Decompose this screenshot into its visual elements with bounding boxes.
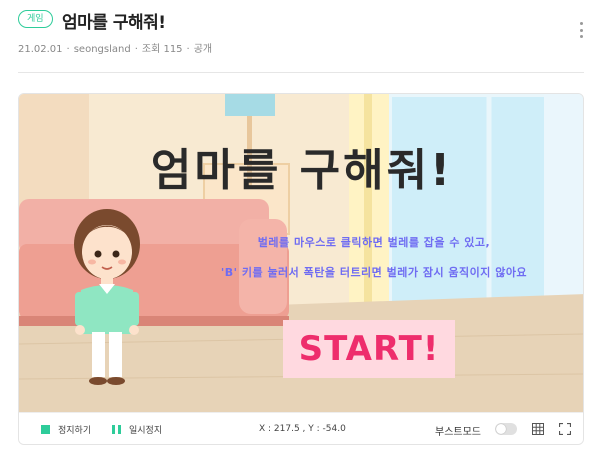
pause-button[interactable]: 일시정지 xyxy=(112,423,162,436)
meta-separator: · xyxy=(134,44,138,55)
game-stage[interactable]: 엄마를 구해줘! 벌레를 마우스로 클릭하면 벌레를 잡을 수 있고, 'B' … xyxy=(19,94,583,412)
meta-separator: · xyxy=(186,44,190,55)
header-divider xyxy=(18,72,584,73)
post-header: 게임 엄마를 구해줘! 21.02.01 · seongsland · 조회 115 · 공… xyxy=(0,0,600,70)
stop-icon xyxy=(41,425,50,434)
player-controls: 정지하기 일시정지 X : 217.5 , Y : -54.0 부스트모드 xyxy=(19,412,583,444)
post-views: 조회 115 xyxy=(141,44,183,55)
stop-button[interactable]: 정지하기 xyxy=(41,423,91,436)
post-title: 엄마를 구해줘! xyxy=(62,13,166,33)
pause-label: 일시정지 xyxy=(129,426,163,436)
start-button[interactable]: START! xyxy=(283,320,455,378)
pause-icon xyxy=(112,425,121,434)
stop-label: 정지하기 xyxy=(58,426,92,436)
boost-mode-toggle[interactable] xyxy=(495,423,517,435)
meta-separator: · xyxy=(66,44,70,55)
boost-mode-label: 부스트모드 xyxy=(435,427,481,438)
game-instruction: 벌레를 마우스로 클릭하면 벌레를 잡을 수 있고, xyxy=(257,236,491,249)
post-author[interactable]: seongsland xyxy=(74,44,131,55)
game-player: 엄마를 구해줘! 벌레를 마우스로 클릭하면 벌레를 잡을 수 있고, 'B' … xyxy=(18,93,584,445)
category-badge[interactable]: 게임 xyxy=(18,10,53,28)
more-vertical-icon[interactable] xyxy=(577,22,585,38)
mouse-coordinates: X : 217.5 , Y : -54.0 xyxy=(259,424,346,434)
fullscreen-icon[interactable] xyxy=(559,423,571,435)
post-date: 21.02.01 xyxy=(18,44,63,55)
post-visibility: 공개 xyxy=(193,44,213,55)
game-title: 엄마를 구해줘! xyxy=(150,145,454,196)
grid-icon[interactable] xyxy=(532,423,544,435)
game-instruction: 'B' 키를 눌러서 폭탄을 터트리면 벌레가 잠시 움직이지 않아요 xyxy=(220,266,528,279)
post-meta: 21.02.01 · seongsland · 조회 115 · 공개 xyxy=(18,40,212,55)
